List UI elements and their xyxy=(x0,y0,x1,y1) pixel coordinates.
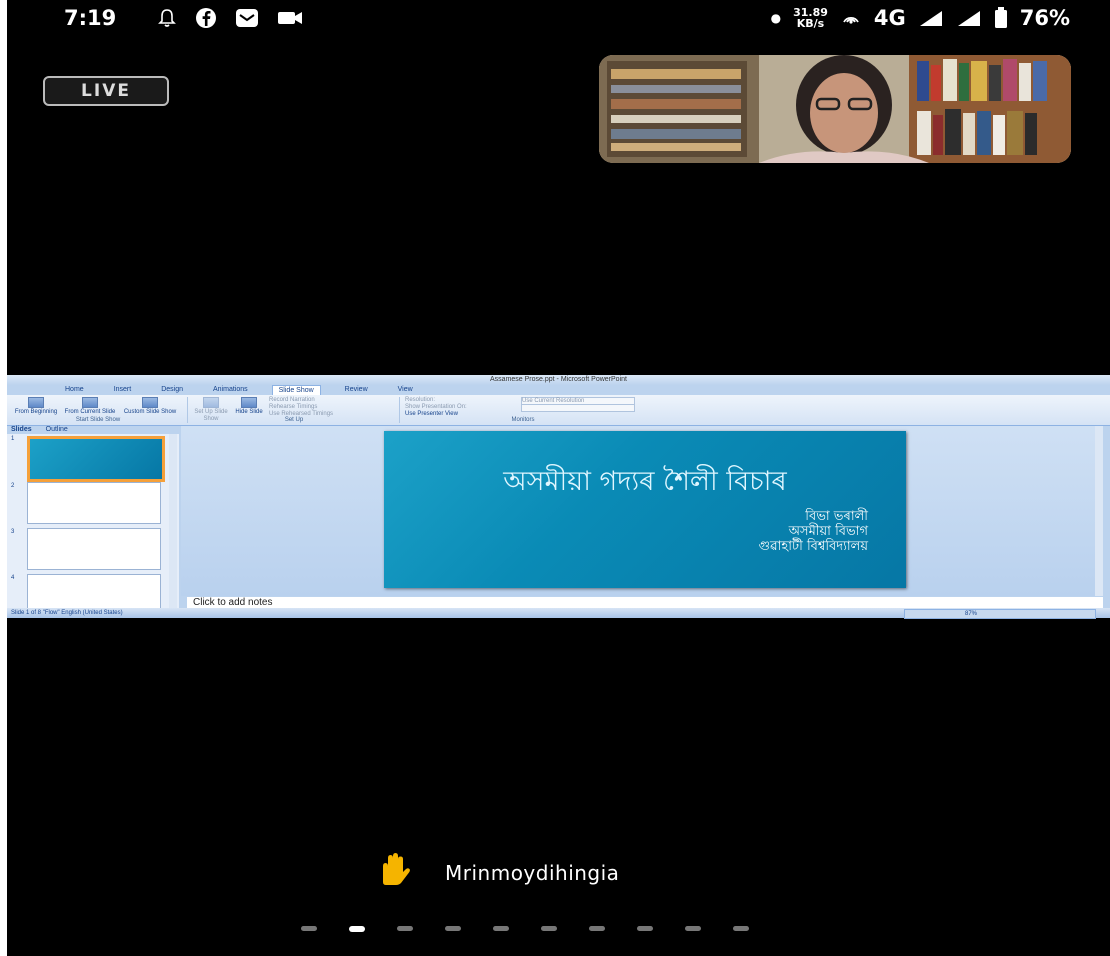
network-type: 4G xyxy=(873,6,906,30)
slides-panel-tabs: Slides Outline xyxy=(7,426,183,434)
net-speed: 31.89 KB/s xyxy=(793,7,828,29)
signal-icon-1 xyxy=(919,11,942,26)
slide-number: 1 xyxy=(11,436,15,442)
message-icon xyxy=(236,9,258,27)
slide-number: 2 xyxy=(11,483,15,489)
group-start-slide-show: From Beginning From Current Slide Custom… xyxy=(9,397,188,423)
tab-home[interactable]: Home xyxy=(59,385,90,395)
page-indicator xyxy=(301,926,781,932)
slide-subtitle: বিভা ভৰালী অসমীয়া বিভাগ গুৱাহাটী বিশ্বব… xyxy=(759,509,869,554)
page-dot[interactable] xyxy=(397,926,413,931)
from-current-slide-button[interactable]: From Current Slide xyxy=(63,397,117,416)
signal-icon-2 xyxy=(957,11,980,26)
show-presentation-on-label: Show Presentation On: xyxy=(405,404,467,410)
slide-thumbnail-1[interactable] xyxy=(27,436,165,482)
show-on-select[interactable] xyxy=(521,404,635,412)
page-dot[interactable] xyxy=(445,926,461,931)
slide-editor: অসমীয়া গদ্যৰ শৈলী বিচাৰ বিভা ভৰালী অসমী… xyxy=(181,426,1103,596)
setup-icon xyxy=(203,397,219,408)
net-speed-unit: KB/s xyxy=(796,17,825,30)
group-caption: Start Slide Show xyxy=(75,417,121,423)
slideshow-icon xyxy=(82,397,98,408)
custom-show-label: Custom Slide Show xyxy=(123,409,177,415)
tab-outline[interactable]: Outline xyxy=(46,426,68,434)
page-dot[interactable] xyxy=(733,926,749,931)
notes-pane[interactable]: Click to add notes xyxy=(187,597,1103,608)
slide-thumbnail-3[interactable] xyxy=(27,528,161,570)
tab-animations[interactable]: Animations xyxy=(207,385,254,395)
rehearse-timings-button[interactable]: Rehearse Timings xyxy=(269,404,317,410)
tab-slide-show[interactable]: Slide Show xyxy=(271,385,321,395)
bell-icon xyxy=(158,9,176,27)
page-dot[interactable] xyxy=(541,926,557,931)
window-title: Assamese Prose.ppt - Microsoft PowerPoin… xyxy=(7,375,1110,385)
page-dot[interactable] xyxy=(493,926,509,931)
from-current-label: From Current Slide xyxy=(64,409,116,415)
status-time: 7:19 xyxy=(64,6,117,30)
hide-slide-button[interactable]: Hide Slide xyxy=(235,397,263,416)
tab-insert[interactable]: Insert xyxy=(108,385,138,395)
tab-review[interactable]: Review xyxy=(339,385,374,395)
participant-label: Mrinmoydihingia xyxy=(375,852,619,893)
slideshow-icon xyxy=(142,397,158,408)
slide-thumbnail-2[interactable] xyxy=(27,482,161,524)
thumbnail-scrollbar[interactable] xyxy=(169,434,177,608)
status-bar: 7:19 ● 31.89 KB/s 4G 76% xyxy=(7,0,1110,42)
hide-slide-icon xyxy=(241,397,257,408)
subtitle-line: বিভা ভৰালী xyxy=(805,509,868,524)
system-icons: ● 31.89 KB/s 4G 76% xyxy=(771,6,1070,30)
video-camera-icon xyxy=(278,12,302,24)
group-monitors: Resolution: Use Current Resolution Show … xyxy=(401,397,645,423)
tab-design[interactable]: Design xyxy=(155,385,189,395)
facebook-icon xyxy=(196,8,216,28)
group-caption: Set Up xyxy=(284,417,304,423)
ribbon: From Beginning From Current Slide Custom… xyxy=(7,395,1110,426)
slides-thumbnail-pane: 1 2 3 4 xyxy=(7,434,179,608)
page-dot[interactable] xyxy=(301,926,317,931)
custom-slide-show-button[interactable]: Custom Slide Show xyxy=(121,397,179,416)
powerpoint-status-bar: Slide 1 of 8 "Flow" English (United Stat… xyxy=(7,608,1110,619)
participant-name: Mrinmoydihingia xyxy=(445,860,620,885)
zoom-level: 87% xyxy=(965,611,978,617)
slide-number: 3 xyxy=(11,529,15,535)
battery-icon xyxy=(994,7,1007,28)
notification-icons xyxy=(157,7,303,29)
subtitle-line: গুৱাহাটী বিশ্ববিদ্যালয় xyxy=(758,539,869,554)
current-slide[interactable]: অসমীয়া গদ্যৰ শৈলী বিচাৰ বিভা ভৰালী অসমী… xyxy=(384,431,906,588)
group-set-up: Set Up Slide Show Hide Slide Record Narr… xyxy=(189,397,400,423)
record-narration-button[interactable]: Record Narration xyxy=(269,397,315,403)
tab-slides[interactable]: Slides xyxy=(11,426,32,434)
slideshow-icon xyxy=(28,397,44,408)
raised-hand-icon xyxy=(375,852,411,893)
page-dot[interactable] xyxy=(685,926,701,931)
zoom-slider[interactable]: 87% xyxy=(904,609,1096,619)
slide-number: 4 xyxy=(11,575,15,581)
video-frame xyxy=(599,55,1071,163)
hotspot-icon xyxy=(843,16,859,24)
page-dot[interactable] xyxy=(589,926,605,931)
live-badge: LIVE xyxy=(43,76,169,106)
resolution-label: Resolution: xyxy=(405,397,436,403)
ribbon-tabs: Home Insert Design Animations Slide Show… xyxy=(7,385,1110,395)
from-beginning-button[interactable]: From Beginning xyxy=(11,397,61,416)
hide-slide-label: Hide Slide xyxy=(235,409,263,415)
app-screen: 7:19 ● 31.89 KB/s 4G 76% LIVE Assamese P… xyxy=(7,0,1110,956)
tab-view[interactable]: View xyxy=(392,385,419,395)
page-dot-active[interactable] xyxy=(349,926,365,932)
editor-scrollbar[interactable] xyxy=(1095,426,1103,596)
from-beginning-label: From Beginning xyxy=(14,409,58,415)
status-text: Slide 1 of 8 "Flow" English (United Stat… xyxy=(11,610,123,616)
group-caption: Monitors xyxy=(511,417,535,423)
slide-thumbnail-4[interactable] xyxy=(27,574,161,608)
dot-icon: ● xyxy=(770,11,782,25)
subtitle-line: অসমীয়া বিভাগ xyxy=(788,524,868,539)
participant-video-tile[interactable] xyxy=(599,55,1071,163)
shared-screen-powerpoint: Assamese Prose.ppt - Microsoft PowerPoin… xyxy=(7,375,1110,619)
page-dot[interactable] xyxy=(637,926,653,931)
battery-level: 76% xyxy=(1019,6,1070,30)
slide-title: অসমীয়া গদ্যৰ শৈলী বিচাৰ xyxy=(503,466,787,497)
